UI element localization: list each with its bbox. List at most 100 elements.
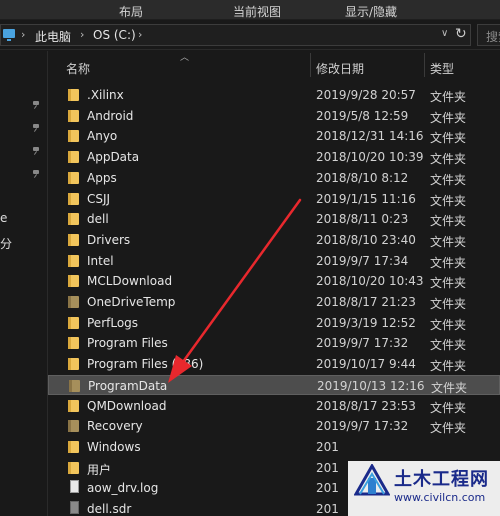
file-type: 文件夹	[430, 276, 467, 291]
address-bar[interactable]: › 此电脑 › OS (C:) › ∨ ↻	[0, 24, 471, 46]
file-date-modified: 2019/5/8 12:59	[316, 108, 409, 123]
file-row[interactable]: MCLDownload 2018/10/20 10:43 文件夹	[48, 271, 500, 292]
file-date-modified: 201	[316, 481, 339, 496]
file-icon	[70, 501, 79, 514]
file-row[interactable]: Drivers 2018/8/10 23:40 文件夹	[48, 230, 500, 251]
file-name: MCLDownload	[87, 274, 173, 289]
column-divider[interactable]	[310, 53, 311, 77]
file-type: 文件夹	[430, 193, 467, 208]
file-row[interactable]: OneDriveTemp 2018/8/17 21:23 文件夹	[48, 292, 500, 313]
file-date-modified: 2018/8/10 23:40	[316, 232, 416, 247]
breadcrumb-this-pc[interactable]: 此电脑	[35, 28, 71, 45]
folder-icon	[68, 151, 79, 164]
file-date-modified: 2019/9/28 20:57	[316, 88, 416, 102]
file-date-modified: 2019/9/7 17:32	[316, 336, 409, 351]
file-row[interactable]: CSJJ 2019/1/15 11:16 文件夹	[48, 189, 500, 210]
pin-icon[interactable]	[32, 101, 40, 109]
watermark: 土木工程网 www.civilcn.com	[348, 461, 500, 516]
file-name: Recovery	[87, 419, 143, 434]
folder-icon	[68, 358, 79, 371]
file-name: dell	[87, 212, 109, 227]
tab-show-hide[interactable]: 显示/隐藏	[345, 3, 397, 20]
folder-icon	[68, 461, 79, 474]
file-name: aow_drv.log	[87, 481, 159, 496]
file-type: 文件夹	[430, 338, 467, 353]
history-dropdown-icon[interactable]: ∨	[441, 28, 448, 39]
file-date-modified: 2018/12/31 14:16	[316, 129, 424, 144]
file-name: OneDriveTemp	[87, 295, 176, 309]
file-date-modified: 2018/8/17 23:53	[316, 398, 416, 413]
breadcrumb-drive-c[interactable]: OS (C:)	[93, 28, 136, 42]
folder-icon	[68, 337, 79, 350]
folder-icon	[68, 440, 79, 453]
file-row[interactable]: Program Files (x86) 2019/10/17 9:44 文件夹	[48, 354, 500, 375]
folder-icon	[69, 379, 80, 392]
file-row[interactable]: .Xilinx 2019/9/28 20:57 文件夹	[48, 85, 500, 106]
tab-layout[interactable]: 布局	[119, 3, 143, 20]
file-row[interactable]: Anyo 2018/12/31 14:16 文件夹	[48, 126, 500, 147]
file-row[interactable]: Intel 2019/9/7 17:34 文件夹	[48, 251, 500, 272]
file-row[interactable]: AppData 2018/10/20 10:39 文件夹	[48, 147, 500, 168]
refresh-icon[interactable]: ↻	[455, 26, 467, 42]
column-divider[interactable]	[424, 53, 425, 77]
folder-icon	[68, 399, 79, 412]
search-input[interactable]: 搜索	[477, 24, 500, 46]
file-date-modified: 2019/10/13 12:16	[317, 378, 425, 393]
file-type: 文件夹	[430, 297, 467, 311]
folder-icon	[68, 192, 79, 205]
nav-item-label[interactable]: e	[0, 211, 7, 225]
tab-current-view[interactable]: 当前视图	[233, 3, 281, 20]
search-placeholder: 搜索	[486, 30, 500, 44]
folder-icon	[68, 254, 79, 267]
file-row[interactable]: Apps 2018/8/10 8:12 文件夹	[48, 168, 500, 189]
navigation-pane[interactable]: e 分	[0, 51, 48, 516]
file-name: QMDownload	[87, 398, 167, 413]
pin-icon[interactable]	[32, 147, 40, 155]
file-type: 文件夹	[430, 359, 467, 374]
file-date-modified: 2018/10/20 10:43	[316, 274, 424, 289]
pin-icon[interactable]	[32, 124, 40, 132]
file-type: 文件夹	[430, 152, 467, 167]
file-name: AppData	[87, 150, 140, 165]
file-row[interactable]: Program Files 2019/9/7 17:32 文件夹	[48, 333, 500, 354]
file-row[interactable]: Recovery 2019/9/7 17:32 文件夹	[48, 416, 500, 437]
watermark-logo-icon	[354, 464, 390, 496]
file-date-modified: 201	[316, 502, 339, 516]
file-date-modified: 2018/10/20 10:39	[316, 150, 424, 165]
file-date-modified: 201	[316, 439, 339, 454]
file-name: CSJJ	[87, 191, 111, 206]
file-row[interactable]: ProgramData 2019/10/13 12:16 文件夹	[48, 374, 500, 396]
column-name[interactable]: 名称	[66, 60, 90, 77]
folder-icon	[68, 109, 79, 122]
file-name: dell.sdr	[87, 502, 132, 516]
folder-icon	[68, 89, 79, 101]
file-type: 文件夹	[430, 131, 467, 146]
file-type: 文件夹	[430, 255, 467, 270]
folder-icon	[68, 233, 79, 246]
file-row[interactable]: QMDownload 2018/8/17 23:53 文件夹	[48, 396, 500, 417]
pin-icon[interactable]	[32, 170, 40, 178]
file-row[interactable]: Android 2019/5/8 12:59 文件夹	[48, 106, 500, 127]
file-row[interactable]: PerfLogs 2019/3/19 12:52 文件夹	[48, 313, 500, 334]
watermark-title: 土木工程网	[394, 469, 489, 490]
file-date-modified: 2019/3/19 12:52	[316, 315, 416, 330]
column-type[interactable]: 类型	[430, 60, 454, 77]
nav-item-label[interactable]: 分	[0, 235, 12, 252]
file-row[interactable]: dell 2018/8/11 0:23 文件夹	[48, 209, 500, 230]
folder-icon	[68, 316, 79, 329]
file-name: PerfLogs	[87, 315, 139, 330]
file-name: Anyo	[87, 129, 118, 144]
breadcrumb-separator-icon[interactable]: ›	[138, 28, 142, 41]
column-date-modified[interactable]: 修改日期	[316, 60, 364, 77]
file-type: 文件夹	[430, 214, 467, 229]
file-name: Program Files	[87, 336, 168, 351]
folder-icon	[68, 171, 79, 184]
folder-icon	[68, 420, 79, 433]
file-name: .Xilinx	[87, 88, 124, 102]
file-name: Drivers	[87, 232, 131, 247]
file-type: 文件夹	[430, 234, 467, 249]
watermark-url: www.civilcn.com	[394, 491, 486, 504]
file-row[interactable]: Windows 201	[48, 437, 500, 458]
breadcrumb-separator-icon[interactable]: ›	[21, 28, 25, 41]
breadcrumb-separator-icon[interactable]: ›	[80, 28, 84, 41]
